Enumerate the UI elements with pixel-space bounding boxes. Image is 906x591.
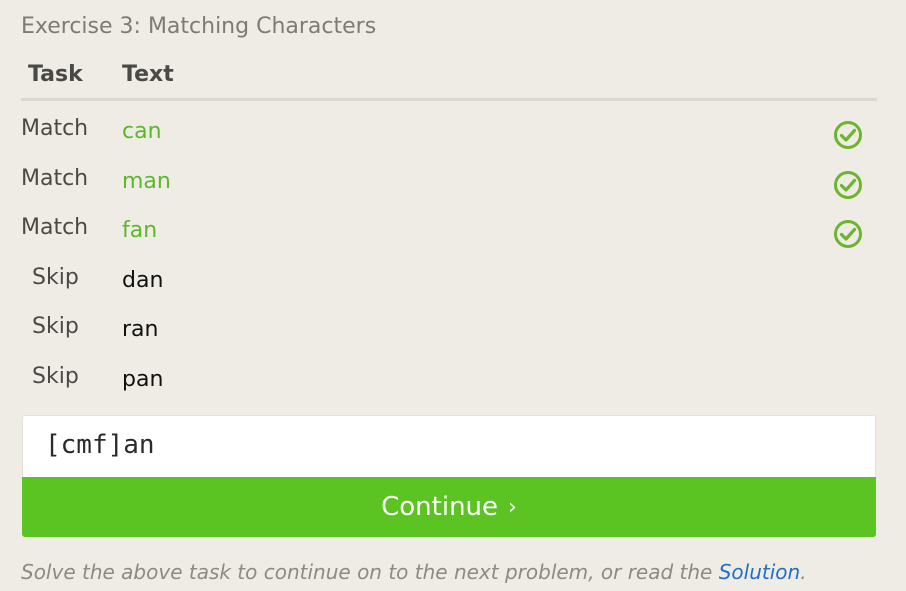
table-row: Match fan	[21, 200, 877, 250]
continue-button[interactable]: Continue ›	[22, 477, 876, 537]
table-row: Match can	[21, 101, 877, 151]
row-text: can	[122, 119, 162, 144]
row-task: Match	[21, 165, 89, 191]
header-task: Task	[28, 62, 83, 87]
chevron-right-icon: ›	[508, 494, 517, 520]
row-text: ran	[122, 317, 159, 342]
exercise-title: Exercise 3: Matching Characters	[21, 14, 377, 39]
solution-link[interactable]: Solution	[719, 560, 800, 584]
row-task: Skip	[32, 363, 79, 389]
row-task: Skip	[32, 264, 79, 290]
check-circle-icon	[834, 220, 862, 248]
table-row: Skip dan	[21, 250, 877, 300]
exercise-table: Task Text Match can Match man Match fan …	[21, 58, 877, 398]
table-row: Skip pan	[21, 349, 877, 399]
check-circle-icon	[834, 121, 862, 149]
regex-input-value[interactable]: [cmf]an	[45, 430, 155, 460]
check-circle-icon	[834, 170, 862, 199]
footer-text-end: .	[800, 560, 807, 584]
footer-text: Solve the above task to continue on to t…	[21, 560, 719, 584]
row-text: pan	[122, 366, 164, 392]
row-task: Skip	[32, 314, 79, 339]
footer-hint: Solve the above task to continue on to t…	[21, 560, 807, 584]
table-row: Skip ran	[21, 299, 877, 349]
continue-button-label: Continue	[381, 492, 499, 522]
row-task: Match	[21, 116, 89, 141]
row-text: fan	[122, 218, 158, 243]
table-header: Task Text	[21, 58, 877, 101]
table-row: Match man	[21, 151, 877, 201]
regex-input[interactable]: [cmf]an	[22, 415, 876, 477]
header-text: Text	[122, 62, 174, 87]
row-task: Match	[21, 215, 89, 240]
row-text: man	[122, 168, 171, 194]
row-text: dan	[122, 267, 164, 293]
